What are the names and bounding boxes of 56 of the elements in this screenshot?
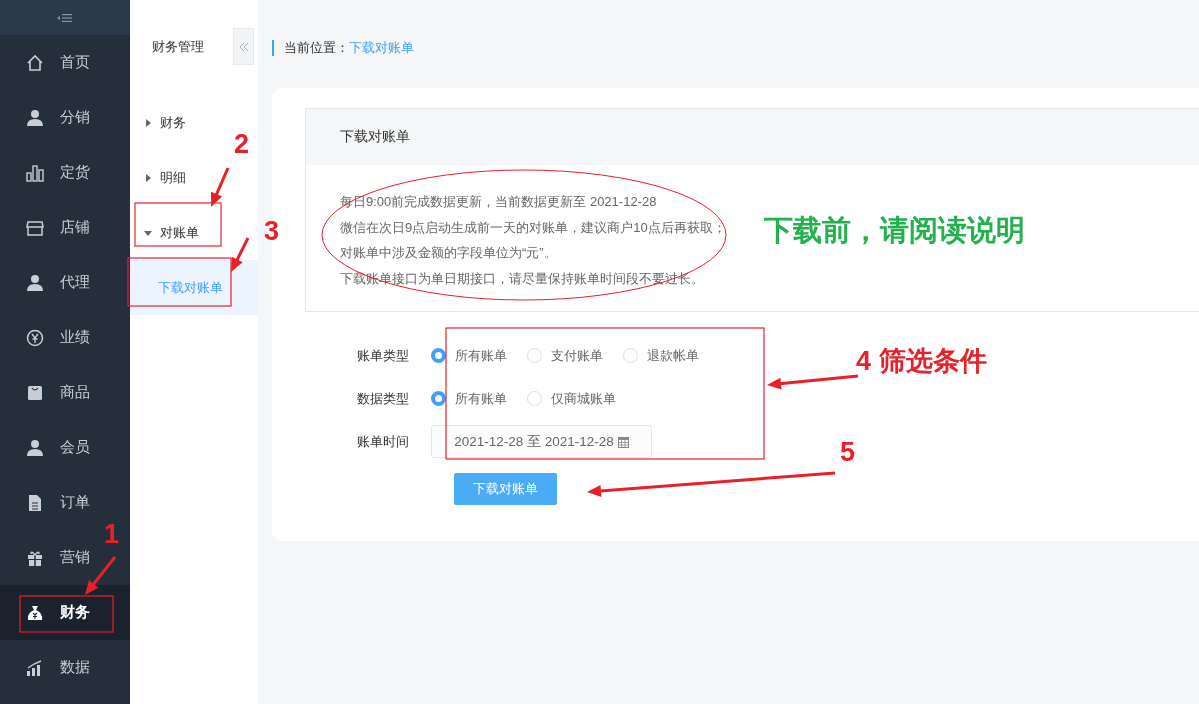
form-label: 账单类型 xyxy=(356,346,410,365)
note-text: 微信在次日9点启动生成前一天的对账单，建议商户10点后再获取； xyxy=(340,218,726,237)
annotation-label: 4 筛选条件 xyxy=(856,347,987,377)
annotation-label: 5 xyxy=(840,438,856,468)
double-chevron-icon xyxy=(238,41,249,52)
person-icon xyxy=(26,273,44,292)
form-label: 账单时间 xyxy=(356,432,410,451)
annotation-arrow xyxy=(211,167,230,207)
sidebar-item[interactable]: 业绩 xyxy=(0,310,90,365)
annotation-label: 3 xyxy=(264,217,280,247)
calendar-icon xyxy=(617,435,629,448)
money-bag-icon xyxy=(26,603,44,622)
sidebar-item[interactable]: 营销 xyxy=(0,530,90,585)
sidebar-item[interactable]: 财务 xyxy=(0,585,130,640)
person-icon xyxy=(26,108,44,127)
radio-option[interactable]: 支付账单 xyxy=(527,343,603,368)
sidebar-item[interactable]: 数据 xyxy=(0,640,90,695)
sidebar-item[interactable]: 分销 xyxy=(0,90,90,145)
radio-option[interactable]: 所有账单 xyxy=(431,386,507,411)
caret-icon xyxy=(144,228,152,237)
sidebar-toggle[interactable] xyxy=(0,0,130,35)
annotation-label: 下载前，请阅读说明 xyxy=(764,215,1025,247)
caret-icon xyxy=(144,173,152,182)
collapse-button[interactable] xyxy=(233,28,254,65)
sidebar-item[interactable]: 店铺 xyxy=(0,200,90,255)
tree-item[interactable]: 明细 xyxy=(130,150,186,205)
menu-icon xyxy=(57,12,73,23)
bag-icon xyxy=(26,383,44,402)
document-icon xyxy=(26,493,44,512)
sidebar-item[interactable]: 代理 xyxy=(0,255,90,310)
date-range-field[interactable]: 2021-12-28 至 2021-12-28 xyxy=(431,425,652,458)
caret-icon xyxy=(144,118,152,127)
radio-option[interactable]: 仅商城账单 xyxy=(527,386,616,411)
submenu-title: 财务管理 xyxy=(151,38,204,56)
sidebar-item[interactable]: 商品 xyxy=(0,365,90,420)
bar-chart-icon xyxy=(26,163,44,182)
yen-icon xyxy=(26,328,44,347)
breadcrumb-label: 当前位置： xyxy=(284,39,349,57)
store-icon xyxy=(26,218,44,237)
tree-item[interactable]: 财务 xyxy=(130,95,186,150)
person-icon xyxy=(26,438,44,457)
form-label: 数据类型 xyxy=(356,389,410,408)
panel-title: 下载对账单 xyxy=(340,128,410,146)
annotation-label: 2 xyxy=(234,130,250,160)
radio-option[interactable]: 退款帐单 xyxy=(623,343,699,368)
chart-icon xyxy=(26,658,44,677)
radio-option[interactable]: 所有账单 xyxy=(431,343,507,368)
sidebar-item[interactable]: 定货 xyxy=(0,145,90,200)
tree-item[interactable]: 对账单 xyxy=(130,205,199,260)
sidebar-item[interactable]: 会员 xyxy=(0,420,90,475)
sidebar-item[interactable]: 订单 xyxy=(0,475,90,530)
home-icon xyxy=(26,53,44,72)
sidebar-item[interactable]: 首页 xyxy=(0,35,90,90)
note-text: 对账单中涉及金额的字段单位为“元”。 xyxy=(340,244,557,262)
annotation-label: 1 xyxy=(104,520,120,550)
annotation-arrow xyxy=(231,237,250,272)
